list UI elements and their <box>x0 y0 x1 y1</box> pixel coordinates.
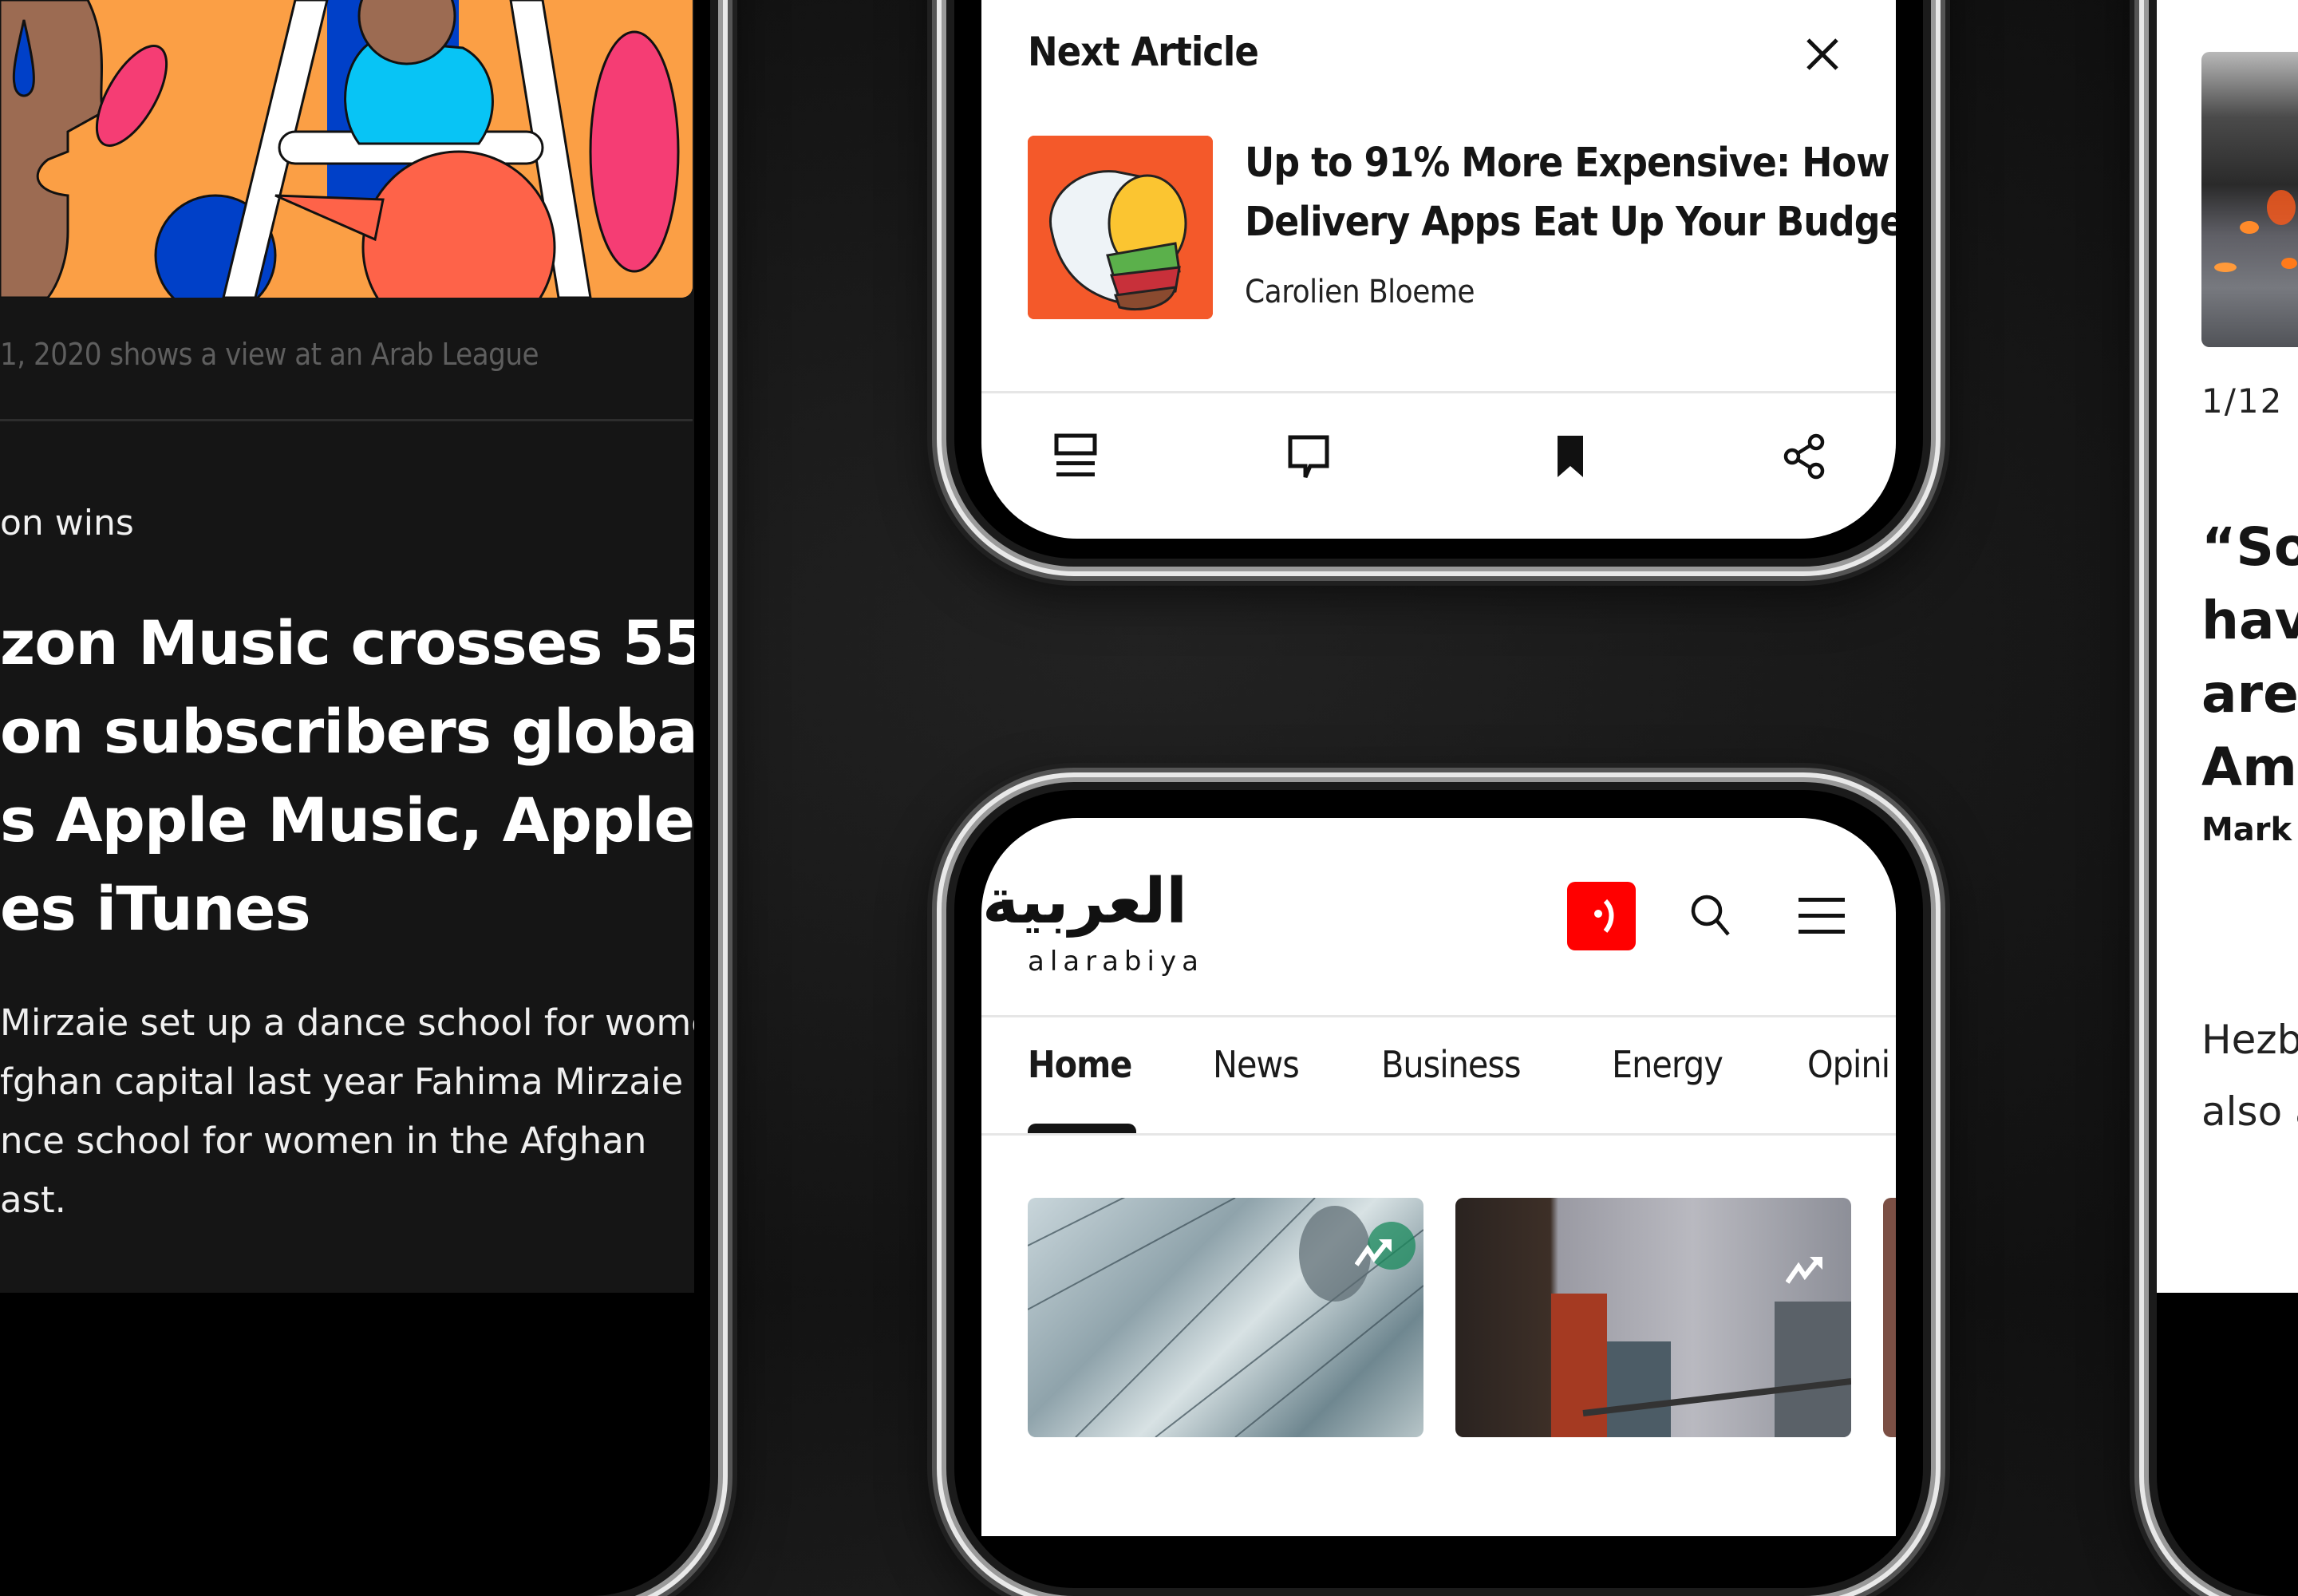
left-phone-screen: 1, 2020 shows a view at an Arab League o… <box>0 0 694 1293</box>
article-list-icon <box>1054 433 1097 476</box>
share-button[interactable] <box>1781 433 1829 480</box>
right-phone-screen: 1/12 “So r have are n Ame Mark R Hezbo a… <box>2157 0 2298 1293</box>
body-line: Hezbo <box>2201 1017 2298 1063</box>
gallery-counter: 1/12 <box>2201 381 2284 421</box>
next-article-author: Carolien Bloeme <box>1245 274 1475 310</box>
burger-illustration-icon <box>1028 136 1213 319</box>
trending-icon <box>1786 1257 1822 1284</box>
quote-author: Mark R <box>2201 812 2298 848</box>
menu-button[interactable] <box>1797 896 1846 936</box>
close-icon <box>1806 38 1838 70</box>
quote-line: Ame <box>2201 737 2298 798</box>
body-line: Mirzaie set up a dance school for women <box>0 1001 694 1044</box>
body-line: nce school for women in the Afghan <box>0 1120 647 1162</box>
article-toolbar <box>981 433 1896 504</box>
header-divider <box>981 1015 1896 1017</box>
search-icon <box>1691 895 1730 936</box>
next-article-screen: Next Article Up to 91% More Expensive: H… <box>981 0 1896 539</box>
quote-line: are n <box>2201 663 2298 725</box>
tabs-divider <box>981 1133 1896 1136</box>
news-card[interactable] <box>1455 1198 1851 1437</box>
close-button[interactable] <box>1805 37 1840 72</box>
city-street-photo-icon <box>1551 1294 1851 1437</box>
bookmark-button[interactable] <box>1546 433 1594 480</box>
fire-debris-photo-icon <box>2214 190 2297 272</box>
bookmark-icon <box>1558 436 1583 477</box>
article-list-button[interactable] <box>1052 433 1100 480</box>
hamburger-menu-icon <box>1799 898 1845 934</box>
hero-illustration <box>0 0 693 298</box>
article-headline: zon Music crosses 55 on subscribers glob… <box>0 598 694 953</box>
tab-opinion[interactable]: Opini <box>1807 1043 1890 1086</box>
quote-line: “So r <box>2201 516 2298 578</box>
comments-button[interactable] <box>1285 433 1333 480</box>
body-line: also a <box>2201 1088 2298 1135</box>
alarabiya-logo[interactable]: العربية <box>981 866 1187 938</box>
toolbar-divider <box>981 391 1896 393</box>
body-line: fghan capital last year Fahima Mirzaie s… <box>0 1061 694 1103</box>
body-line: ast. <box>0 1179 66 1221</box>
trending-icon <box>1355 1239 1392 1266</box>
news-card[interactable] <box>1028 1198 1423 1437</box>
article-kicker: on wins <box>0 503 134 543</box>
headline-line: s Apple Music, Apple <box>0 784 694 855</box>
next-article-header: Next Article <box>1028 29 1259 75</box>
logo-arabic: العربية <box>981 866 1187 938</box>
quote-line: have <box>2201 590 2298 651</box>
divider <box>0 419 693 421</box>
next-article-thumbnail[interactable] <box>1028 136 1213 319</box>
headline-line: on subscribers globally, <box>0 696 694 767</box>
comment-icon <box>1288 435 1329 478</box>
dollar-bills-photo-icon <box>1028 1198 1423 1437</box>
tab-energy[interactable]: Energy <box>1612 1043 1724 1086</box>
gallery-image[interactable] <box>2201 52 2298 347</box>
tab-home[interactable]: Home <box>1028 1043 1132 1086</box>
pull-quote: “So r have are n Ame <box>2201 511 2298 804</box>
live-button[interactable] <box>1567 882 1636 950</box>
headline-line: es iTunes <box>0 873 311 944</box>
home-screen: العربية alarabiya Home News Business Ene… <box>981 818 1896 1536</box>
news-card-partial[interactable] <box>1883 1198 1896 1437</box>
next-article-title[interactable]: Up to 91% More Expensive: How Delivery A… <box>1245 134 1896 252</box>
tab-business[interactable]: Business <box>1381 1043 1522 1086</box>
headline-line: zon Music crosses 55 <box>0 607 694 678</box>
share-icon <box>1783 433 1825 480</box>
tab-news[interactable]: News <box>1213 1043 1300 1086</box>
article-body: Hezbo also a <box>2201 1004 2298 1148</box>
article-body: Mirzaie set up a dance school for women … <box>0 994 694 1230</box>
title-line: Delivery Apps Eat Up Your Budget <box>1245 199 1896 246</box>
search-button[interactable] <box>1687 891 1735 939</box>
live-broadcast-icon <box>1594 899 1614 933</box>
title-line: Up to 91% More Expensive: How <box>1245 140 1889 187</box>
image-caption: 1, 2020 shows a view at an Arab League <box>0 337 539 372</box>
logo-latin: alarabiya <box>1028 946 1204 978</box>
